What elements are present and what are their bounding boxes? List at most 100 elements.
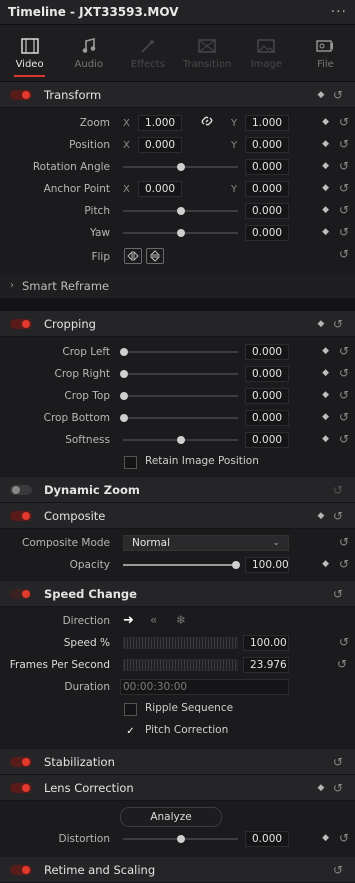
rotation-reset-icon[interactable]: ↺ xyxy=(339,159,349,173)
stabilization-reset-icon[interactable]: ↺ xyxy=(329,755,347,769)
crop-top-reset-icon[interactable]: ↺ xyxy=(339,388,349,402)
anchor-y-field[interactable]: 0.000 xyxy=(245,181,289,197)
analyze-button[interactable]: Analyze xyxy=(120,807,222,827)
composite-toggle[interactable] xyxy=(10,510,32,521)
crop-left-field[interactable]: 0.000 xyxy=(245,344,289,360)
softness-field[interactable]: 0.000 xyxy=(245,432,289,448)
ripple-checkbox[interactable] xyxy=(124,703,137,716)
rotation-slider-knob[interactable] xyxy=(177,163,185,171)
distortion-keyframe-icon[interactable]: ◆ xyxy=(322,833,329,843)
transform-toggle[interactable] xyxy=(10,89,32,100)
pitch-reset-icon[interactable]: ↺ xyxy=(339,203,349,217)
composite-header[interactable]: Composite ◆ ↺ xyxy=(0,503,355,529)
cropping-keyframe-icon[interactable]: ◆ xyxy=(313,319,329,329)
position-reset-icon[interactable]: ↺ xyxy=(339,137,349,151)
position-x-field[interactable]: 0.000 xyxy=(138,137,182,153)
crop-right-slider[interactable] xyxy=(128,373,238,375)
lens-correction-header[interactable]: Lens Correction ◆ ↺ xyxy=(0,775,355,801)
anchor-x-field[interactable]: 0.000 xyxy=(138,181,182,197)
lens-keyframe-icon[interactable]: ◆ xyxy=(313,783,329,793)
distortion-knob[interactable] xyxy=(177,835,185,843)
yaw-field[interactable]: 0.000 xyxy=(245,225,289,241)
composite-keyframe-icon[interactable]: ◆ xyxy=(313,511,329,521)
pitch-correction-checkbox[interactable]: ✓ xyxy=(124,725,137,738)
crop-right-keyframe-icon[interactable]: ◆ xyxy=(322,368,329,378)
crop-bottom-slider[interactable] xyxy=(128,417,238,419)
crop-right-knob[interactable] xyxy=(120,370,128,378)
dynamic-zoom-reset-icon[interactable]: ↺ xyxy=(329,483,347,497)
crop-right-reset-icon[interactable]: ↺ xyxy=(339,366,349,380)
retain-checkbox[interactable] xyxy=(124,456,137,469)
retime-header[interactable]: Retime and Scaling ↺ xyxy=(0,857,355,883)
fps-field[interactable]: 23.976 xyxy=(243,657,289,673)
crop-bottom-reset-icon[interactable]: ↺ xyxy=(339,410,349,424)
direction-reverse-icon[interactable]: « xyxy=(150,613,157,627)
cropping-reset-icon[interactable]: ↺ xyxy=(329,317,347,331)
tab-transition[interactable]: Transition xyxy=(178,25,237,81)
stabilization-toggle[interactable] xyxy=(10,756,32,767)
pitch-slider-knob[interactable] xyxy=(177,207,185,215)
position-keyframe-icon[interactable]: ◆ xyxy=(322,139,329,149)
position-y-field[interactable]: 0.000 xyxy=(245,137,289,153)
yaw-keyframe-icon[interactable]: ◆ xyxy=(322,227,329,237)
stabilization-header[interactable]: Stabilization ↺ xyxy=(0,749,355,775)
crop-top-field[interactable]: 0.000 xyxy=(245,388,289,404)
cropping-header[interactable]: Cropping ◆ ↺ xyxy=(0,311,355,337)
softness-keyframe-icon[interactable]: ◆ xyxy=(322,434,329,444)
softness-knob[interactable] xyxy=(177,436,185,444)
rotation-field[interactable]: 0.000 xyxy=(245,159,289,175)
crop-bottom-knob[interactable] xyxy=(120,414,128,422)
crop-top-slider[interactable] xyxy=(128,395,238,397)
transform-header[interactable]: Transform ◆ ↺ xyxy=(0,82,355,108)
crop-top-knob[interactable] xyxy=(120,392,128,400)
yaw-slider-knob[interactable] xyxy=(177,229,185,237)
opacity-slider[interactable] xyxy=(123,564,235,566)
retime-toggle[interactable] xyxy=(10,864,32,875)
fps-reset-icon[interactable]: ↺ xyxy=(337,657,347,671)
lens-correction-toggle[interactable] xyxy=(10,782,32,793)
zoom-y-field[interactable]: 1.000 xyxy=(245,115,289,131)
crop-bottom-keyframe-icon[interactable]: ◆ xyxy=(322,412,329,422)
zoom-keyframe-icon[interactable]: ◆ xyxy=(322,117,329,127)
crop-left-slider[interactable] xyxy=(128,351,238,353)
opacity-keyframe-icon[interactable]: ◆ xyxy=(322,559,329,569)
cropping-toggle[interactable] xyxy=(10,318,32,329)
speed-ruler[interactable] xyxy=(123,637,238,649)
link-icon[interactable] xyxy=(201,115,213,130)
tab-file[interactable]: File xyxy=(296,25,355,81)
reset-icon[interactable]: ↺ xyxy=(329,88,347,102)
opacity-reset-icon[interactable]: ↺ xyxy=(339,557,349,571)
opacity-field[interactable]: 100.00 xyxy=(245,557,289,573)
anchor-reset-icon[interactable]: ↺ xyxy=(339,181,349,195)
tab-image[interactable]: Image xyxy=(237,25,296,81)
duration-field[interactable]: 00:00:30:00 xyxy=(120,679,289,695)
smart-reframe-header[interactable]: › Smart Reframe xyxy=(0,273,355,299)
direction-freeze-icon[interactable]: ❄ xyxy=(176,613,186,627)
direction-forward-icon[interactable]: ➜ xyxy=(123,613,134,628)
distortion-field[interactable]: 0.000 xyxy=(245,831,289,847)
crop-right-field[interactable]: 0.000 xyxy=(245,366,289,382)
zoom-x-field[interactable]: 1.000 xyxy=(138,115,182,131)
tab-audio[interactable]: Audio xyxy=(59,25,118,81)
speed-reset-icon[interactable]: ↺ xyxy=(339,635,349,649)
flip-horizontal-icon[interactable] xyxy=(124,248,142,264)
composite-mode-reset-icon[interactable]: ↺ xyxy=(339,535,349,549)
lens-reset-icon[interactable]: ↺ xyxy=(329,781,347,795)
crop-bottom-field[interactable]: 0.000 xyxy=(245,410,289,426)
more-options-icon[interactable]: ··· xyxy=(331,4,347,20)
dynamic-zoom-toggle[interactable] xyxy=(10,484,32,495)
crop-left-knob[interactable] xyxy=(120,348,128,356)
flip-reset-icon[interactable]: ↺ xyxy=(339,247,349,261)
tab-video[interactable]: Video xyxy=(0,25,59,81)
crop-top-keyframe-icon[interactable]: ◆ xyxy=(322,390,329,400)
distortion-reset-icon[interactable]: ↺ xyxy=(339,831,349,845)
fps-ruler[interactable] xyxy=(123,659,238,671)
speed-change-header[interactable]: Speed Change ↺ xyxy=(0,581,355,607)
composite-mode-dropdown[interactable]: Normal ⌄ xyxy=(123,535,289,551)
pitch-keyframe-icon[interactable]: ◆ xyxy=(322,205,329,215)
crop-left-reset-icon[interactable]: ↺ xyxy=(339,344,349,358)
composite-reset-icon[interactable]: ↺ xyxy=(329,509,347,523)
zoom-reset-icon[interactable]: ↺ xyxy=(339,115,349,129)
speed-change-reset-icon[interactable]: ↺ xyxy=(329,587,347,601)
keyframe-icon[interactable]: ◆ xyxy=(313,90,329,100)
